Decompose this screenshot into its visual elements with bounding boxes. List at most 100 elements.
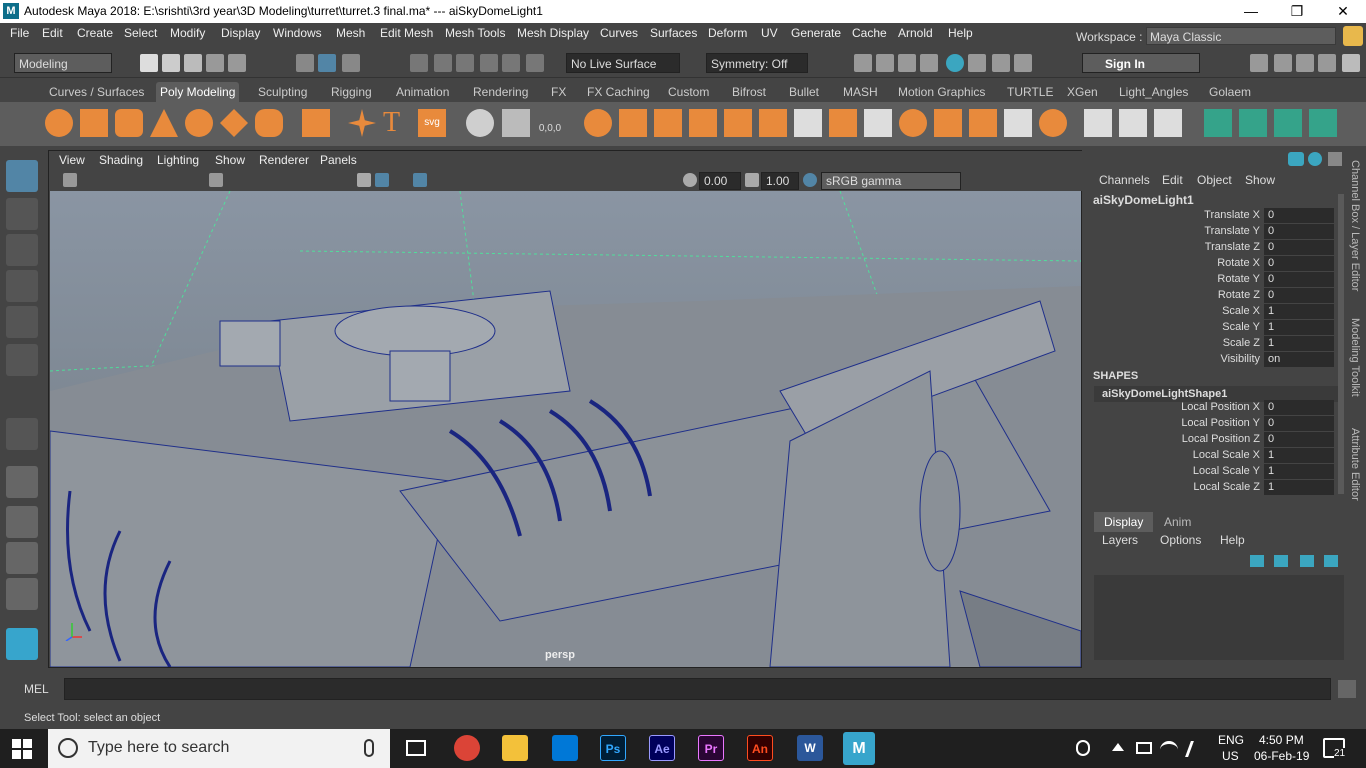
channel-menu-object[interactable]: Object	[1197, 173, 1232, 187]
battery-icon[interactable]	[1136, 742, 1152, 754]
redo-icon[interactable]	[228, 54, 246, 72]
attr-value[interactable]: 1	[1264, 464, 1334, 479]
snap-view-plane-icon[interactable]	[480, 54, 498, 72]
lock-icon[interactable]	[1343, 26, 1363, 46]
select-hierarchy-icon[interactable]	[296, 54, 314, 72]
menu-cache[interactable]: Cache	[852, 26, 887, 40]
menu-generate[interactable]: Generate	[791, 26, 841, 40]
render-frame-icon[interactable]	[876, 54, 894, 72]
shelf-tab-xgen[interactable]: XGen	[1063, 82, 1102, 102]
channel-menu-channels[interactable]: Channels	[1099, 173, 1150, 187]
undo-icon[interactable]	[206, 54, 224, 72]
windows-start-icon[interactable]	[12, 739, 32, 759]
hierarchy-icon[interactable]	[1288, 152, 1304, 166]
taskbar-chrome-icon[interactable]	[454, 735, 480, 761]
attr-rotate-x[interactable]: Rotate X 0	[1088, 256, 1338, 272]
region-indicator[interactable]: US	[1222, 749, 1239, 763]
shelf-tab-turtle[interactable]: TURTLE	[1003, 82, 1057, 102]
gamma-icon[interactable]	[745, 173, 759, 187]
golaem-crowd-icon[interactable]	[1204, 109, 1232, 137]
extrude-icon[interactable]	[654, 109, 682, 137]
menu-display[interactable]: Display	[221, 26, 260, 40]
taskbar-animate-icon[interactable]: An	[747, 735, 773, 761]
menu-deform[interactable]: Deform	[708, 26, 747, 40]
attr-scale-z[interactable]: Scale Z 1	[1088, 336, 1338, 352]
people-icon[interactable]	[1076, 740, 1090, 756]
menu-curves[interactable]: Curves	[600, 26, 638, 40]
menu-mesh-display[interactable]: Mesh Display	[517, 26, 589, 40]
symmetry-field[interactable]: Symmetry: Off	[706, 53, 808, 73]
attr-local-position-y[interactable]: Local Position Y 0	[1088, 416, 1338, 432]
attribute-editor-icon[interactable]	[1296, 54, 1314, 72]
attr-local-scale-x[interactable]: Local Scale X 1	[1088, 448, 1338, 464]
scale-tool-icon[interactable]	[6, 344, 38, 376]
attr-value[interactable]: 0	[1264, 208, 1334, 223]
move-tool-icon[interactable]	[6, 270, 38, 302]
panel-menu-renderer[interactable]: Renderer	[259, 153, 309, 167]
snap-point-icon[interactable]	[456, 54, 474, 72]
taskbar-after-effects-icon[interactable]: Ae	[649, 735, 675, 761]
wireframe-icon[interactable]	[357, 173, 371, 187]
shelf-tab-fx[interactable]: FX	[547, 82, 570, 102]
layer-menu-options[interactable]: Options	[1160, 533, 1201, 547]
menu-select[interactable]: Select	[124, 26, 157, 40]
attr-value[interactable]: 0	[1264, 256, 1334, 271]
taskbar-photoshop-icon[interactable]: Ps	[600, 735, 626, 761]
poly-sphere-icon[interactable]	[45, 109, 73, 137]
side-tab-channel-box[interactable]: Channel Box / Layer Editor	[1349, 160, 1361, 291]
render-view-icon[interactable]	[854, 54, 872, 72]
poly-cone-icon[interactable]	[150, 109, 178, 137]
attr-value[interactable]: 1	[1264, 320, 1334, 335]
channel-menu-edit[interactable]: Edit	[1162, 173, 1183, 187]
shelf-tab-light-angles[interactable]: Light_Angles	[1115, 82, 1192, 102]
shelf-tab-golaem[interactable]: Golaem	[1205, 82, 1255, 102]
target-weld-icon[interactable]	[829, 109, 857, 137]
svg-tool-icon[interactable]: svg	[418, 109, 446, 137]
panel-menu-view[interactable]: View	[59, 153, 85, 167]
color-management-icon[interactable]	[803, 173, 817, 187]
menu-edit-mesh[interactable]: Edit Mesh	[380, 26, 433, 40]
side-tab-modeling-toolkit[interactable]: Modeling Toolkit	[1349, 318, 1361, 397]
taskbar-word-icon[interactable]: W	[797, 735, 823, 761]
menu-mesh[interactable]: Mesh	[336, 26, 365, 40]
platonic-solid-icon[interactable]	[302, 109, 330, 137]
panel-menu-show[interactable]: Show	[215, 153, 245, 167]
menu-mesh-tools[interactable]: Mesh Tools	[445, 26, 505, 40]
attr-translate-z[interactable]: Translate Z 0	[1088, 240, 1338, 256]
channel-box-icon[interactable]	[1342, 54, 1360, 72]
move-layer-up-icon[interactable]	[1250, 555, 1264, 567]
mel-input[interactable]	[64, 678, 1331, 700]
sculpt-brush-icon[interactable]	[1154, 109, 1182, 137]
coordinate-readout-icon[interactable]: 0,0,0	[536, 109, 564, 137]
tool-settings-icon[interactable]	[1318, 54, 1336, 72]
append-polygon-icon[interactable]	[724, 109, 752, 137]
attr-local-scale-z[interactable]: Local Scale Z 1	[1088, 480, 1338, 496]
character-controls-icon[interactable]	[1274, 54, 1292, 72]
type-tool-icon[interactable]: T	[383, 109, 411, 137]
color-space-dropdown[interactable]: sRGB gamma	[821, 172, 961, 190]
layer-list[interactable]	[1094, 575, 1344, 723]
shelf-tab-motion-graphics[interactable]: Motion Graphics	[894, 82, 989, 102]
select-objects-icon[interactable]	[318, 54, 336, 72]
attr-scale-y[interactable]: Scale Y 1	[1088, 320, 1338, 336]
layer-menu-help[interactable]: Help	[1220, 533, 1245, 547]
edit-icon[interactable]	[1328, 152, 1342, 166]
mel-label[interactable]: MEL	[24, 682, 49, 696]
shelf-tab-bifrost[interactable]: Bifrost	[728, 82, 770, 102]
taskbar-store-icon[interactable]	[552, 735, 578, 761]
attr-value[interactable]: 0	[1264, 288, 1334, 303]
live-surface-field[interactable]: No Live Surface	[566, 53, 680, 73]
rotate-tool-icon[interactable]	[6, 306, 38, 338]
attr-value[interactable]: 0	[1264, 432, 1334, 447]
help-icon[interactable]	[1308, 152, 1322, 166]
paint-brush-icon[interactable]	[1084, 109, 1112, 137]
panel-layout-icon[interactable]	[6, 578, 38, 610]
merge-icon[interactable]	[934, 109, 962, 137]
snap-together-icon[interactable]	[526, 54, 544, 72]
poly-disc-icon[interactable]	[255, 109, 283, 137]
attr-local-position-x[interactable]: Local Position X 0	[1088, 400, 1338, 416]
paint-select-tool-icon[interactable]	[6, 234, 38, 266]
hypershade-icon[interactable]	[946, 54, 964, 72]
taskbar-search-box[interactable]: Type here to search	[48, 729, 390, 768]
shelf-tab-custom[interactable]: Custom	[664, 82, 713, 102]
